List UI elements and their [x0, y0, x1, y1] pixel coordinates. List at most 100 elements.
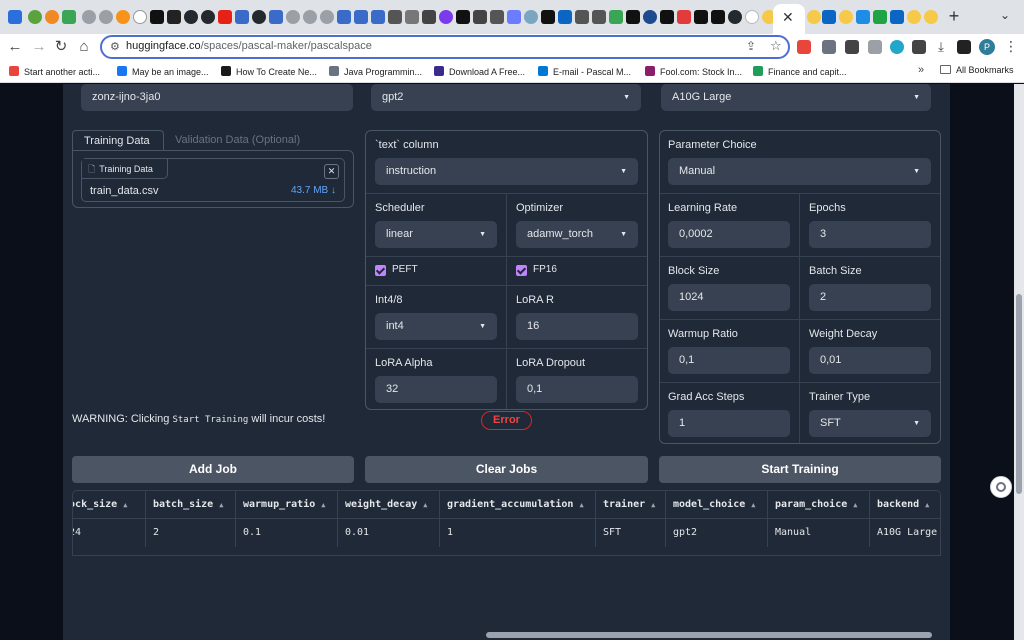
tab-favicon-icon[interactable] [150, 10, 164, 24]
hardware-select[interactable]: A10G Large ▼ [661, 84, 931, 111]
scrollbar-thumb[interactable] [486, 632, 932, 638]
sort-icon[interactable]: ▲ [853, 501, 857, 509]
column-header-model-choice[interactable]: model_choice ▲ [665, 491, 755, 518]
tab-favicon-icon[interactable] [405, 10, 419, 24]
lora-alpha-input[interactable]: 32 [375, 376, 497, 403]
column-header-param-choice[interactable]: param_choice ▲ [767, 491, 857, 518]
tab-favicon-icon[interactable] [677, 10, 691, 24]
tab-favicon-icon[interactable] [99, 10, 113, 24]
sort-icon[interactable]: ▲ [579, 501, 583, 509]
tab-favicon-icon[interactable] [320, 10, 334, 24]
tab-favicon-icon[interactable] [873, 10, 887, 24]
trainer-type-select[interactable]: SFT ▼ [809, 410, 931, 437]
profile-avatar[interactable]: P [979, 39, 995, 55]
tab-favicon-icon[interactable] [269, 10, 283, 24]
text-column-select[interactable]: instruction ▼ [375, 158, 638, 185]
tab-favicon-icon[interactable] [235, 10, 249, 24]
address-bar[interactable]: ⚙ huggingface.co/spaces/pascal-maker/pas… [100, 35, 790, 59]
tab-search-chevron-icon[interactable]: ⌄ [1000, 8, 1010, 22]
warmup-ratio-input[interactable]: 0,1 [668, 347, 790, 374]
clear-jobs-button[interactable]: Clear Jobs [365, 456, 648, 483]
huggingface-icon[interactable] [807, 10, 821, 24]
grad-acc-steps-input[interactable]: 1 [668, 410, 790, 437]
more-bookmarks-button[interactable]: » [918, 64, 924, 76]
column-header-warmup-ratio[interactable]: warmup_ratio ▲ [235, 491, 325, 518]
weight-decay-input[interactable]: 0,01 [809, 347, 931, 374]
close-tab-icon[interactable]: ✕ [782, 9, 794, 26]
batch-size-input[interactable]: 2 [809, 284, 931, 311]
bookmark-item[interactable]: How To Create Ne... [221, 65, 317, 79]
tab-favicon-icon[interactable] [45, 10, 59, 24]
model-select[interactable]: gpt2 ▼ [371, 84, 641, 111]
tab-favicon-icon[interactable] [592, 10, 606, 24]
tab-favicon-icon[interactable] [62, 10, 76, 24]
page-vertical-scrollbar[interactable] [1014, 84, 1024, 640]
lora-r-input[interactable]: 16 [516, 313, 638, 340]
github-icon[interactable] [728, 10, 742, 24]
tab-favicon-icon[interactable] [507, 10, 521, 24]
bookmark-item[interactable]: Finance and capit... [753, 65, 847, 79]
tab-favicon-icon[interactable] [28, 10, 42, 24]
home-icon[interactable]: ⌂ [73, 36, 95, 58]
tab-favicon-icon[interactable] [856, 10, 870, 24]
github-icon[interactable] [201, 10, 215, 24]
start-training-button[interactable]: Start Training [659, 456, 941, 483]
remove-file-button[interactable]: ✕ [324, 164, 339, 179]
lora-dropout-input[interactable]: 0,1 [516, 376, 638, 403]
tab-favicon-icon[interactable] [167, 10, 181, 24]
tab-favicon-icon[interactable] [337, 10, 351, 24]
table-cell[interactable]: Manual [767, 519, 811, 546]
file-size-download-link[interactable]: 43.7 MB ↓ [291, 185, 336, 196]
tab-favicon-icon[interactable] [456, 10, 470, 24]
scrollbar-thumb[interactable] [1016, 294, 1022, 494]
tab-favicon-icon[interactable] [541, 10, 555, 24]
jobs-table[interactable]: block_size ▲ batch_size ▲ warmup_ratio ▲ we… [72, 490, 941, 556]
github-icon[interactable] [252, 10, 266, 24]
column-header-batch-size[interactable]: batch_size ▲ [145, 491, 223, 518]
huggingface-icon[interactable] [907, 10, 921, 24]
project-name-input[interactable]: zonz-ijno-3ja0 [81, 84, 353, 111]
github-icon[interactable] [184, 10, 198, 24]
browser-menu-icon[interactable]: ⋮ [1004, 38, 1018, 55]
tab-favicon-icon[interactable] [8, 10, 22, 24]
tab-favicon-icon[interactable] [524, 10, 538, 24]
tab-favicon-icon[interactable] [711, 10, 725, 24]
tab-favicon-icon[interactable] [660, 10, 674, 24]
forward-arrow-icon[interactable]: → [28, 36, 50, 58]
linkedin-icon[interactable] [822, 10, 836, 24]
tab-training-data[interactable]: Training Data [72, 130, 164, 151]
tab-favicon-icon[interactable] [354, 10, 368, 24]
column-header-weight-decay[interactable]: weight_decay ▲ [337, 491, 427, 518]
back-arrow-icon[interactable]: ← [4, 36, 26, 58]
tab-favicon-icon[interactable] [116, 10, 130, 24]
extension-shield-icon[interactable] [868, 40, 882, 54]
sort-icon[interactable]: ▲ [423, 501, 427, 509]
tab-favicon-icon[interactable] [82, 10, 96, 24]
optimizer-select[interactable]: adamw_torch ▼ [516, 221, 638, 248]
tab-validation-data[interactable]: Validation Data (Optional) [175, 134, 300, 146]
tab-favicon-icon[interactable] [694, 10, 708, 24]
huggingface-icon[interactable] [839, 10, 853, 24]
tab-favicon-icon[interactable] [439, 10, 453, 24]
scheduler-select[interactable]: linear ▼ [375, 221, 497, 248]
address-bar-url[interactable]: huggingface.co/spaces/pascal-maker/pasca… [126, 40, 372, 52]
learning-rate-input[interactable]: 0,0002 [668, 221, 790, 248]
sort-icon[interactable]: ▲ [751, 501, 755, 509]
table-cell[interactable]: 0.01 [337, 519, 369, 546]
extension-c-icon[interactable] [822, 40, 836, 54]
tab-favicon-icon[interactable] [575, 10, 589, 24]
tab-favicon-icon[interactable] [609, 10, 623, 24]
sort-icon[interactable]: ▲ [925, 501, 929, 509]
tab-favicon-icon[interactable] [303, 10, 317, 24]
new-tab-button[interactable]: + [944, 6, 964, 26]
sort-icon[interactable]: ▲ [321, 501, 325, 509]
all-bookmarks-button[interactable]: All Bookmarks [940, 65, 1014, 75]
table-cell[interactable]: 0.1 [235, 519, 261, 546]
bookmark-star-icon[interactable]: ☆ [770, 38, 782, 54]
fp16-checkbox[interactable] [516, 265, 527, 276]
parameter-choice-select[interactable]: Manual ▼ [668, 158, 931, 185]
bookmark-item[interactable]: May be an image... [117, 65, 209, 79]
sort-icon[interactable]: ▲ [651, 501, 655, 509]
column-header-trainer[interactable]: trainer ▲ [595, 491, 655, 518]
huggingface-icon[interactable] [924, 10, 938, 24]
